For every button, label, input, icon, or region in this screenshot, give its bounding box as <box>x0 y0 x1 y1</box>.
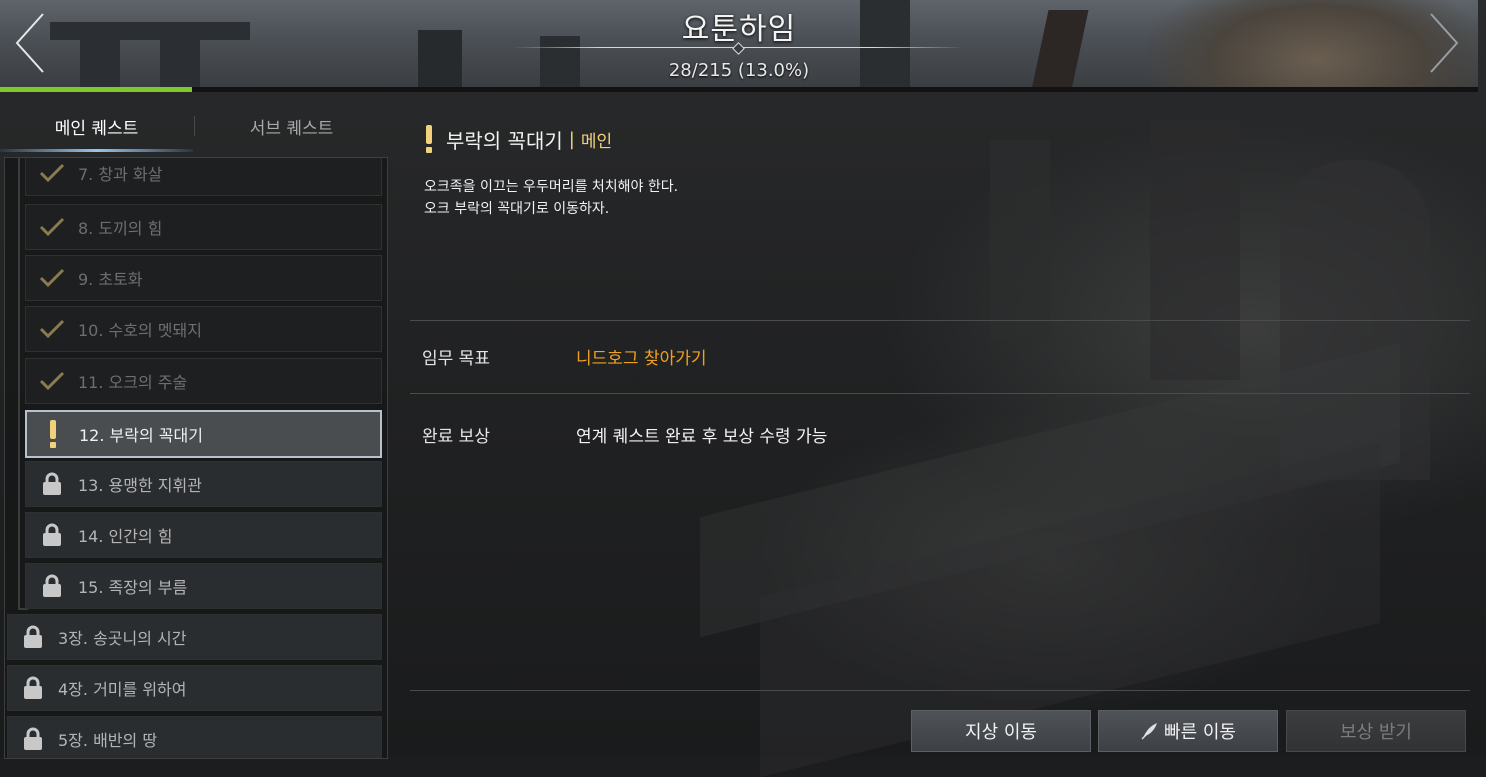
quest-description: 오크족을 이끄는 우두머리를 처치해야 한다. 오크 부락의 꼭대기로 이동하자… <box>424 176 678 220</box>
quest-item-label: 15. 족장의 부름 <box>78 578 188 597</box>
tab-main-quest[interactable]: 메인 퀘스트 <box>0 100 193 152</box>
quest-item-label: 8. 도끼의 힘 <box>78 219 163 238</box>
tree-connector <box>18 158 20 610</box>
quest-item-label: 14. 인간의 힘 <box>78 527 173 546</box>
quest-item[interactable]: 11. 오크의 주술 <box>25 358 382 404</box>
region-title: 요툰하임 <box>681 12 797 47</box>
quest-item-selected[interactable]: 12. 부락의 꼭대기 <box>25 410 382 458</box>
chapter-item-label: 3장. 송곳니의 시간 <box>58 629 187 648</box>
quest-item-label: 11. 오크의 주술 <box>78 373 188 392</box>
quest-item[interactable]: 8. 도끼의 힘 <box>25 204 382 250</box>
feather-icon <box>1141 723 1158 740</box>
chapter-item-label: 5장. 배반의 땅 <box>58 731 158 750</box>
claim-reward-button-label: 보상 받기 <box>1340 722 1412 743</box>
quest-list[interactable]: 7. 창과 화살 8. 도끼의 힘 9. 초토화 10. 수호의 멧돼지 11.… <box>4 157 388 759</box>
quest-item[interactable]: 10. 수호의 멧돼지 <box>25 306 382 352</box>
quest-detail-panel: 부락의 꼭대기 | 메인 오크족을 이끄는 우두머리를 처치해야 한다. 오크 … <box>410 100 1470 757</box>
region-progress-bar <box>0 87 1478 92</box>
check-icon <box>26 204 78 250</box>
ground-move-button-label: 지상 이동 <box>965 722 1037 743</box>
tab-main-quest-label: 메인 퀘스트 <box>54 118 139 139</box>
divider <box>410 320 1470 321</box>
check-icon <box>26 255 78 301</box>
quest-item-label: 13. 용맹한 지휘관 <box>78 476 202 495</box>
reward-value: 연계 퀘스트 완료 후 보상 수령 가능 <box>576 427 828 447</box>
reward-label: 완료 보상 <box>422 427 490 447</box>
quest-item[interactable]: 14. 인간의 힘 <box>25 512 382 558</box>
lock-icon <box>26 461 78 507</box>
divider <box>410 690 1470 691</box>
lock-icon <box>26 512 78 558</box>
quest-item-label: 10. 수호의 멧돼지 <box>78 321 202 340</box>
quest-title-separator: | <box>568 128 575 150</box>
lock-icon <box>8 614 58 660</box>
ground-move-button[interactable]: 지상 이동 <box>911 710 1091 752</box>
fast-move-button[interactable]: 빠른 이동 <box>1098 710 1278 752</box>
quest-type: 메인 <box>580 131 613 152</box>
check-icon <box>26 306 78 352</box>
quest-description-line: 오크족을 이끄는 우두머리를 처치해야 한다. <box>424 179 679 195</box>
quest-item[interactable]: 15. 족장의 부름 <box>25 563 382 609</box>
divider <box>410 393 1470 394</box>
claim-reward-button[interactable]: 보상 받기 <box>1286 710 1466 752</box>
quest-item-label: 9. 초토화 <box>78 270 143 289</box>
lock-icon <box>8 665 58 711</box>
quest-item[interactable]: 13. 용맹한 지휘관 <box>25 461 382 507</box>
lock-icon <box>26 563 78 609</box>
exclamation-icon <box>426 125 432 153</box>
objective-label: 임무 목표 <box>422 349 490 369</box>
quest-description-line: 오크 부락의 꼭대기로 이동하자. <box>424 201 610 217</box>
tab-active-indicator <box>0 149 193 152</box>
chapter-item[interactable]: 3장. 송곳니의 시간 <box>7 614 382 660</box>
quest-item-label: 12. 부락의 꼭대기 <box>79 426 203 445</box>
check-icon <box>26 358 78 404</box>
quest-item[interactable]: 9. 초토화 <box>25 255 382 301</box>
quest-tabs: 메인 퀘스트 서브 퀘스트 <box>0 100 388 154</box>
tab-sub-quest[interactable]: 서브 퀘스트 <box>195 100 388 152</box>
quest-item[interactable]: 7. 창과 화살 <box>25 158 382 196</box>
chapter-item[interactable]: 4장. 거미를 위하여 <box>7 665 382 711</box>
quest-title-row: 부락의 꼭대기 | 메인 <box>424 122 612 156</box>
region-progress-fill <box>0 87 193 92</box>
check-icon <box>26 158 78 196</box>
lock-icon <box>8 716 58 758</box>
objective-value: 니드호그 찾아가기 <box>576 349 707 369</box>
quest-title: 부락의 꼭대기 <box>446 128 563 153</box>
tab-sub-quest-label: 서브 퀘스트 <box>249 118 334 139</box>
chapter-item[interactable]: 5장. 배반의 땅 <box>7 716 382 758</box>
fast-move-button-label: 빠른 이동 <box>1164 722 1236 743</box>
quest-item-label: 7. 창과 화살 <box>78 165 163 184</box>
exclamation-icon <box>27 411 79 457</box>
region-progress-text: 28/215 (13.0%) <box>668 60 810 81</box>
chapter-item-label: 4장. 거미를 위하여 <box>58 680 187 699</box>
